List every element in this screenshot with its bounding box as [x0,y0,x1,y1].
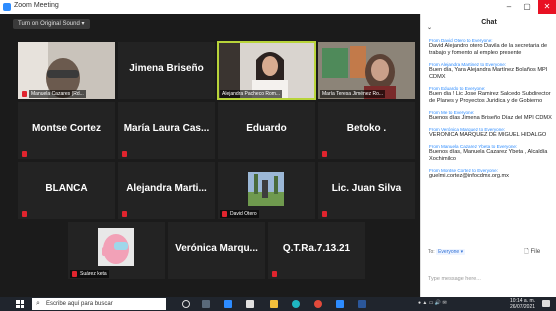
file-explorer-icon[interactable] [270,300,278,308]
video-tile-maria-teresa[interactable]: María Teresa Jiménez Ro... [318,42,415,99]
participant-name: Alejandra Marti... [126,183,207,194]
video-tile-montse[interactable]: Montse Cortez [18,102,115,159]
participant-name: Montse Cortez [32,123,101,134]
window-titlebar: Zoom Meeting – ▢ ✕ [0,0,556,14]
window-title: Zoom Meeting [14,2,59,9]
video-tile-david-otero[interactable]: David Otero [218,162,315,219]
mic-muted-icon [222,210,227,217]
participant-name: Lic. Juan Silva [331,183,402,194]
mic-muted-icon [322,151,327,157]
close-button[interactable]: ✕ [538,0,556,14]
recipient-dropdown[interactable]: Everyone ▾ [436,249,466,255]
participant-label-text: David Otero [230,211,257,217]
participant-label: Suárez keta [70,270,109,278]
chat-messages: From David Otero to Everyone: David Alej… [429,38,553,185]
mic-muted-icon [22,91,27,97]
cortana-icon[interactable] [182,300,190,308]
chat-header: ⌄ Chat [421,14,556,32]
mic-muted-icon [22,151,27,157]
video-tile-maria-laura[interactable]: María Laura Cas... [118,102,215,159]
chat-message: From Alejandra Martinez to Everyone: Bue… [429,62,553,81]
clock-date: 26/07/2021 [510,304,536,310]
video-tile-qtra[interactable]: Q.T.Ra.7.13.21 [268,222,365,279]
mic-muted-icon [72,270,77,277]
participant-name: BLANCA [45,183,88,194]
search-placeholder: Escribe aquí para buscar [46,301,113,307]
zoom-taskbar-icon[interactable] [336,300,344,308]
video-tile-alejandra-pacheco[interactable]: Alejandra Pacheco Rom... [217,41,316,100]
chat-message-text: VERONICA MARQUEZ DE MIGUEL HIDALGO [429,132,547,138]
chat-message: From Manuela Cazarez Ybeta to Everyone: … [429,144,553,163]
video-tile-eduardo[interactable]: Eduardo [218,102,315,159]
chat-title: Chat [481,19,497,26]
mic-muted-icon [22,211,27,217]
chat-message: From David Otero to Everyone: David Alej… [429,38,553,57]
chat-recipient-bar: To: Everyone ▾ 🗋 File [428,246,552,258]
participant-label: María Teresa Jiménez Ro... [320,90,386,98]
chevron-down-icon[interactable]: ⌄ [427,19,432,37]
minimize-button[interactable]: – [500,0,518,14]
participant-name: Q.T.Ra.7.13.21 [282,243,351,254]
chat-message-text: Buen dia ! Lic Jose Ramirez Salcedo Subd… [429,91,551,104]
edge-icon[interactable] [224,300,232,308]
chat-to-line: To: Everyone ▾ [428,249,466,255]
file-button-label: File [530,249,541,255]
taskbar-clock[interactable]: 10:14 a. m. 26/07/2021 [510,298,535,310]
video-tile-manuela[interactable]: Manuela Cazares (Rd... [18,42,115,99]
video-tile-veronica[interactable]: Verónica Marqu... [168,222,265,279]
participant-name: Eduardo [246,123,287,134]
windows-start-icon[interactable] [16,300,24,308]
participant-name: María Laura Cas... [123,123,210,134]
chat-message-text: guelmi.cortez@infocdmx.org.mx [429,173,509,179]
mic-muted-icon [122,211,127,217]
chrome-icon[interactable] [314,300,322,308]
video-tile-blanca[interactable]: BLANCA [18,162,115,219]
search-icon: ⌕ [36,300,40,307]
mic-muted-icon [322,211,327,217]
video-tile-alejandra-marti[interactable]: Alejandra Marti... [118,162,215,219]
chat-message-input[interactable]: Type message here... [428,276,552,282]
chat-to-label: To: [428,249,435,255]
original-sound-button[interactable]: Turn on Original Sound ▾ [13,19,90,29]
mic-muted-icon [122,151,127,157]
participant-name: Betoko . [346,123,387,134]
maximize-button[interactable]: ▢ [518,0,536,14]
participant-label-text: Suárez keta [80,271,107,277]
participant-name: Jimena Briseño [129,63,204,74]
chat-message: From Montse Cortez to Everyone: guelmi.c… [429,168,553,180]
video-tile-jimena[interactable]: Jimena Briseño [118,42,215,99]
video-tile-betoko[interactable]: Betoko . [318,102,415,159]
chat-message: From Verónica Marquez to Everyone: VERON… [429,127,553,139]
participant-label: Manuela Cazares (Rd... [29,90,86,98]
video-tile-suarez-keta[interactable]: Suárez keta [68,222,165,279]
meeting-gallery: Turn on Original Sound ▾ Manuela Cazares… [0,14,420,297]
chat-message: From Eduardo to Everyone: Buen dia ! Lic… [429,86,553,105]
participant-label: Alejandra Pacheco Rom... [220,90,283,98]
mic-muted-icon [272,271,277,277]
original-sound-label: Turn on Original Sound [18,21,80,27]
chat-message-text: Buenos días, Manuela Cazarez Ybeta , Alc… [429,149,548,162]
file-button[interactable]: 🗋 File [524,247,540,257]
chat-message-text: David Alejandro otero Davila de la secre… [429,43,548,56]
participant-name: Verónica Marqu... [175,243,258,254]
word-icon[interactable] [358,300,366,308]
video-tile-juan-silva[interactable]: Lic. Juan Silva [318,162,415,219]
chat-message-text: Buenos días Jimena Briseño Díaz del MPI … [429,115,552,121]
chat-message-text: Buen día, Yara Alejandra Martínez Bolaño… [429,67,548,80]
windows-taskbar: ⌕ Escribe aquí para buscar ● ▲ ▭ 🔊 ✉ 10:… [0,297,556,311]
notification-icon[interactable] [542,300,550,307]
chat-message: From Me to Everyone: Buenos días Jimena … [429,110,553,122]
task-view-icon[interactable] [202,300,210,308]
system-tray: ● ▲ ▭ 🔊 ✉ [418,300,447,306]
zoom-logo-icon [3,3,11,11]
app-icon[interactable] [292,300,300,308]
participant-label: David Otero [220,210,259,218]
store-icon[interactable] [246,300,254,308]
taskbar-search-input[interactable]: ⌕ Escribe aquí para buscar [32,298,166,310]
